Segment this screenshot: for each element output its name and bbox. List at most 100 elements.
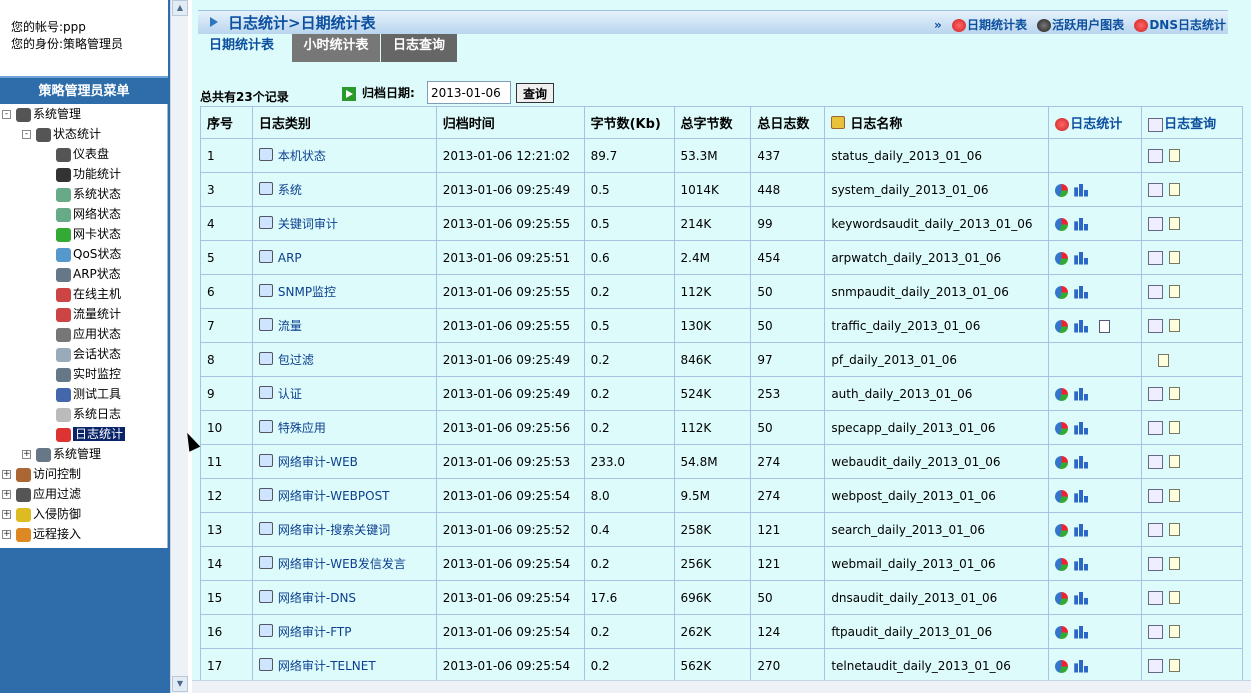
menu-item[interactable]: 实时监控 [56,365,121,384]
pie-chart-icon[interactable] [1055,421,1069,435]
menu-item[interactable]: 网络状态 [56,205,121,224]
horizontal-scrollbar[interactable] [192,680,1251,693]
category-link[interactable]: 网络审计-WEB发信发言 [278,557,406,571]
menu-item[interactable]: - 系统管理 [2,105,81,124]
menu-item[interactable]: + 应用过滤 [2,485,81,504]
search-icon[interactable] [1148,284,1164,299]
scroll-down-button[interactable]: ▼ [172,676,188,692]
pie-chart-icon[interactable] [1055,625,1069,639]
category-link[interactable]: 包过滤 [278,353,314,367]
category-link[interactable]: 网络审计-WEB [278,455,358,469]
category-link[interactable]: 本机状态 [278,149,326,163]
notepad-icon[interactable] [1169,557,1181,571]
search-icon[interactable] [1148,420,1164,435]
bar-chart-icon[interactable] [1074,625,1089,639]
bar-chart-icon[interactable] [1074,421,1089,435]
expand-toggle[interactable]: + [22,450,31,459]
menu-item[interactable]: 应用状态 [56,325,121,344]
menu-item[interactable]: QoS状态 [56,245,121,264]
menu-item[interactable]: 仪表盘 [56,145,109,164]
bar-chart-icon[interactable] [1074,217,1089,231]
notepad-icon[interactable] [1169,625,1181,639]
collapse-toggle[interactable]: - [22,130,31,139]
cell-category[interactable]: 流量 [251,308,437,343]
notepad-icon[interactable] [1169,387,1181,401]
category-link[interactable]: 网络审计-TELNET [278,659,376,673]
cell-category[interactable]: 网络审计-WEBPOST [251,478,437,513]
bar-chart-icon[interactable] [1074,387,1089,401]
link-dns-stats[interactable]: DNS日志统计 [1134,18,1226,32]
notepad-icon[interactable] [1169,421,1181,435]
pie-chart-icon[interactable] [1055,285,1069,299]
cell-category[interactable]: 特殊应用 [251,410,437,445]
bar-chart-icon[interactable] [1074,591,1089,605]
search-icon[interactable] [1148,522,1164,537]
pie-chart-icon[interactable] [1055,319,1069,333]
pie-chart-icon[interactable] [1055,489,1069,503]
search-icon[interactable] [1148,590,1164,605]
menu-item[interactable]: + 远程接入 [2,525,81,544]
menu-item[interactable]: 系统状态 [56,185,121,204]
menu-item[interactable]: 流量统计 [56,305,121,324]
pie-chart-icon[interactable] [1055,455,1069,469]
menu-item[interactable]: ARP状态 [56,265,121,284]
notepad-icon[interactable] [1169,489,1181,503]
vertical-scrollbar[interactable]: ▲ ▼ [170,0,188,693]
category-link[interactable]: 关键词审计 [278,217,338,231]
notepad-icon[interactable] [1169,659,1181,673]
bar-chart-icon[interactable] [1074,183,1089,197]
search-icon[interactable] [1148,318,1164,333]
category-link[interactable]: 网络审计-WEBPOST [278,489,390,503]
pie-chart-icon[interactable] [1055,217,1069,231]
cell-category[interactable]: 网络审计-DNS [251,580,437,615]
menu-item[interactable]: 功能统计 [56,165,121,184]
search-icon[interactable] [1148,250,1164,265]
search-icon[interactable] [1148,148,1164,163]
menu-item[interactable]: 网卡状态 [56,225,121,244]
notepad-icon[interactable] [1169,251,1181,265]
cell-category[interactable]: 系统 [251,172,437,207]
expand-toggle[interactable]: + [2,490,11,499]
bar-chart-icon[interactable] [1074,319,1089,333]
notepad-icon[interactable] [1169,183,1181,197]
category-link[interactable]: 流量 [278,319,302,333]
bar-chart-icon[interactable] [1074,523,1089,537]
menu-item[interactable]: 系统日志 [56,405,121,424]
menu-item[interactable]: - 状态统计 [22,125,101,144]
notepad-icon[interactable] [1158,353,1170,367]
category-link[interactable]: 网络审计-搜索关键词 [278,523,390,537]
menu-item[interactable]: + 入侵防御 [2,505,81,524]
cell-category[interactable]: 本机状态 [251,138,437,173]
category-link[interactable]: 系统 [278,183,302,197]
menu-item[interactable]: 会话状态 [56,345,121,364]
link-active-users[interactable]: 活跃用户图表 [1037,18,1124,32]
cell-category[interactable]: ARP [251,240,437,275]
list-icon[interactable] [1099,319,1111,333]
pie-chart-icon[interactable] [1055,183,1069,197]
search-icon[interactable] [1148,624,1164,639]
scroll-up-button[interactable]: ▲ [172,0,188,16]
expand-toggle[interactable]: + [2,530,11,539]
notepad-icon[interactable] [1169,591,1181,605]
notepad-icon[interactable] [1169,217,1181,231]
pie-chart-icon[interactable] [1055,387,1069,401]
menu-item[interactable]: 日志统计 [56,425,126,444]
notepad-icon[interactable] [1169,285,1181,299]
menu-item[interactable]: 测试工具 [56,385,121,404]
query-button[interactable]: 查询 [516,83,554,103]
tab-date-stats[interactable]: 日期统计表 [198,34,285,62]
pie-chart-icon[interactable] [1055,523,1069,537]
notepad-icon[interactable] [1169,319,1181,333]
search-icon[interactable] [1148,216,1164,231]
menu-item[interactable]: + 访问控制 [2,465,81,484]
category-link[interactable]: SNMP监控 [278,285,336,299]
notepad-icon[interactable] [1169,523,1181,537]
tab-hour-stats[interactable]: 小时统计表 [292,34,380,62]
menu-item[interactable]: 在线主机 [56,285,121,304]
bar-chart-icon[interactable] [1074,489,1089,503]
collapse-toggle[interactable]: - [2,110,11,119]
search-icon[interactable] [1148,454,1164,469]
cell-category[interactable]: 关键词审计 [251,206,437,241]
date-input[interactable] [427,81,511,104]
tab-log-query[interactable]: 日志查询 [381,34,457,62]
